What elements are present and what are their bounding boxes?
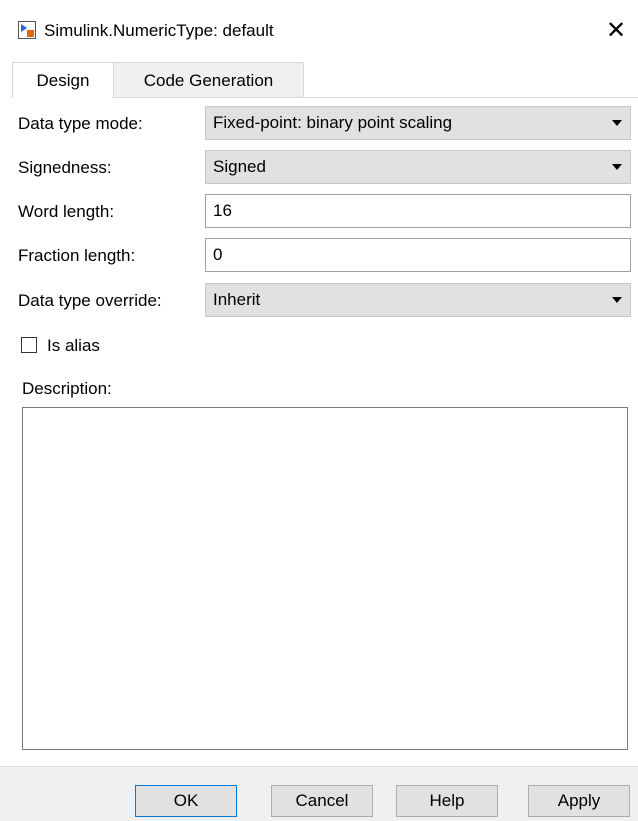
word-length-value: 16 [213,201,232,220]
data-type-override-label: Data type override: [18,291,162,310]
fraction-length-value: 0 [213,245,223,264]
word-length-input[interactable]: 16 [205,194,631,228]
signedness-label: Signedness: [18,158,112,177]
data-type-override-value: Inherit [213,290,261,309]
fraction-length-label: Fraction length: [18,246,136,265]
simulink-icon [18,21,36,39]
description-textarea[interactable] [22,407,628,750]
fraction-length-input[interactable]: 0 [205,238,631,272]
tab-design[interactable]: Design [12,62,114,98]
title-bar: Simulink.NumericType: default ✕ [0,0,638,62]
is-alias-label: Is alias [47,336,100,355]
tab-code-generation[interactable]: Code Generation [114,62,304,98]
help-button[interactable]: Help [396,785,498,817]
signedness-dropdown[interactable]: Signed [205,150,631,184]
data-type-mode-label: Data type mode: [18,114,143,133]
chevron-down-icon [612,164,622,170]
data-type-override-dropdown[interactable]: Inherit [205,283,631,317]
close-icon[interactable]: ✕ [603,17,629,45]
chevron-down-icon [612,297,622,303]
data-type-mode-value: Fixed-point: binary point scaling [213,113,453,132]
word-length-label: Word length: [18,202,115,221]
description-label: Description: [22,379,112,398]
cancel-button[interactable]: Cancel [271,785,373,817]
is-alias-checkbox[interactable] [21,337,37,353]
chevron-down-icon [612,120,622,126]
window-title: Simulink.NumericType: default [44,21,274,40]
signedness-value: Signed [213,157,266,176]
apply-button[interactable]: Apply [528,785,630,817]
ok-button[interactable]: OK [135,785,237,817]
data-type-mode-dropdown[interactable]: Fixed-point: binary point scaling [205,106,631,140]
